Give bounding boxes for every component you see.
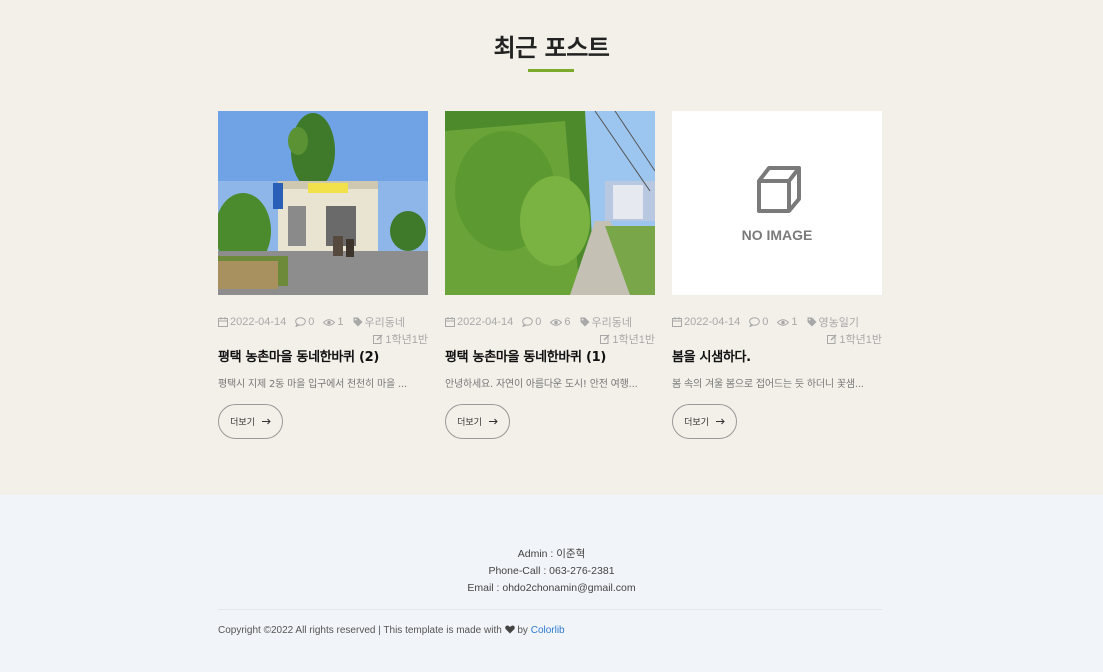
post-date[interactable]: 2022-04-14 [445, 316, 513, 328]
post-meta: 2022-04-14 0 1 우리동네 [218, 314, 428, 330]
copyright: Copyright ©2022 All rights reserved | Th… [218, 625, 565, 636]
post-category[interactable]: 영농일기 [807, 314, 859, 330]
post-date-text: 2022-04-14 [457, 316, 514, 328]
post-date[interactable]: 2022-04-14 [218, 316, 286, 328]
tag-icon [353, 317, 363, 327]
edit-icon [827, 334, 837, 344]
post-meta: 2022-04-14 0 6 우리동네 [445, 314, 655, 330]
edit-icon [373, 334, 383, 344]
contact-info: Admin : 이준혁 Phone-Call : 063-276-2381 Em… [0, 546, 1103, 597]
post-category[interactable]: 우리동네 [353, 314, 405, 330]
copyright-by: by [517, 625, 528, 636]
phone-number: Phone-Call : 063-276-2381 [488, 565, 615, 577]
post-author[interactable]: 1학년1반 [373, 331, 428, 347]
post-views-count: 1 [791, 316, 798, 328]
edit-icon [600, 334, 610, 344]
post-thumbnail[interactable] [445, 111, 655, 295]
post-comments[interactable]: 0 [295, 316, 314, 328]
eye-icon [550, 318, 563, 326]
comment-icon [749, 317, 761, 327]
arrow-right-icon [715, 418, 725, 425]
post-author[interactable]: 1학년1반 [827, 331, 882, 347]
title-underline [528, 69, 574, 72]
post-author[interactable]: 1학년1반 [600, 331, 655, 347]
post-thumbnail[interactable] [218, 111, 428, 295]
read-more-button[interactable]: 더보기 [672, 404, 737, 439]
calendar-icon [218, 317, 228, 327]
post-views: 6 [550, 316, 571, 328]
post-excerpt: 안녕하세요. 자연이 아름다운 도시! 안전 여행... [445, 379, 638, 390]
post-views-count: 6 [564, 316, 571, 328]
arrow-right-icon [261, 418, 271, 425]
post-comments-count: 0 [535, 316, 542, 328]
section-title: 최근 포스트 [493, 34, 610, 62]
heart-icon [504, 625, 515, 634]
post-comments-count: 0 [762, 316, 769, 328]
calendar-icon [445, 317, 455, 327]
site-footer: Admin : 이준혁 Phone-Call : 063-276-2381 Em… [0, 495, 1103, 672]
post-date-text: 2022-04-14 [684, 316, 741, 328]
post-comments-count: 0 [308, 316, 315, 328]
eye-icon [777, 318, 790, 326]
post-excerpt: 봄 속의 겨울 봄으로 접어드는 듯 하더니 꽃샘... [672, 379, 864, 390]
post-author-label: 1학년1반 [839, 334, 882, 346]
colorlib-link[interactable]: Colorlib [531, 625, 565, 636]
no-image-text: NO IMAGE [742, 227, 813, 243]
post-views-count: 1 [337, 316, 344, 328]
post-category[interactable]: 우리동네 [580, 314, 632, 330]
footer-divider [218, 609, 882, 610]
post-date[interactable]: 2022-04-14 [672, 316, 740, 328]
post-author-label: 1학년1반 [385, 334, 428, 346]
post-author-label: 1학년1반 [612, 334, 655, 346]
read-more-button[interactable]: 더보기 [218, 404, 283, 439]
post-meta: 2022-04-14 0 1 영농일기 [672, 314, 882, 330]
comment-icon [522, 317, 534, 327]
post-title[interactable]: 봄을 시샘하다. [672, 346, 751, 365]
admin-name: Admin : 이준혁 [517, 548, 586, 560]
recent-posts-section: 최근 포스트 2022-04-14 0 1 우리동네 1학년1반 평택 농촌마을… [0, 0, 1103, 495]
post-date-text: 2022-04-14 [230, 316, 287, 328]
post-category-label: 영농일기 [818, 317, 860, 329]
post-title[interactable]: 평택 농촌마을 동네한바퀴 (2) [218, 346, 379, 365]
post-thumbnail[interactable]: NO IMAGE [672, 111, 882, 295]
read-more-label: 더보기 [684, 417, 709, 427]
post-category-label: 우리동네 [591, 317, 633, 329]
post-card: 2022-04-14 0 1 우리동네 1학년1반 평택 농촌마을 동네한바퀴 … [218, 111, 428, 441]
tag-icon [807, 317, 817, 327]
email-address: Email : ohdo2chonamin@gmail.com [467, 582, 636, 594]
eye-icon [323, 318, 336, 326]
tag-icon [580, 317, 590, 327]
post-views: 1 [777, 316, 798, 328]
post-excerpt: 평택시 지제 2동 마을 입구에서 천천히 마을 ... [218, 379, 407, 390]
post-views: 1 [323, 316, 344, 328]
read-more-button[interactable]: 더보기 [445, 404, 510, 439]
arrow-right-icon [488, 418, 498, 425]
calendar-icon [672, 317, 682, 327]
post-card-list: 2022-04-14 0 1 우리동네 1학년1반 평택 농촌마을 동네한바퀴 … [218, 111, 882, 441]
post-card: NO IMAGE 2022-04-14 0 1 영농일기 1학년1반 봄을 시샘… [672, 111, 882, 441]
read-more-label: 더보기 [230, 417, 255, 427]
read-more-label: 더보기 [457, 417, 482, 427]
post-comments[interactable]: 0 [522, 316, 541, 328]
post-comments[interactable]: 0 [749, 316, 768, 328]
post-title[interactable]: 평택 농촌마을 동네한바퀴 (1) [445, 346, 606, 365]
comment-icon [295, 317, 307, 327]
copyright-text: Copyright ©2022 All rights reserved | Th… [218, 625, 502, 636]
post-card: 2022-04-14 0 6 우리동네 1학년1반 평택 농촌마을 동네한바퀴 … [445, 111, 655, 441]
post-category-label: 우리동네 [364, 317, 406, 329]
